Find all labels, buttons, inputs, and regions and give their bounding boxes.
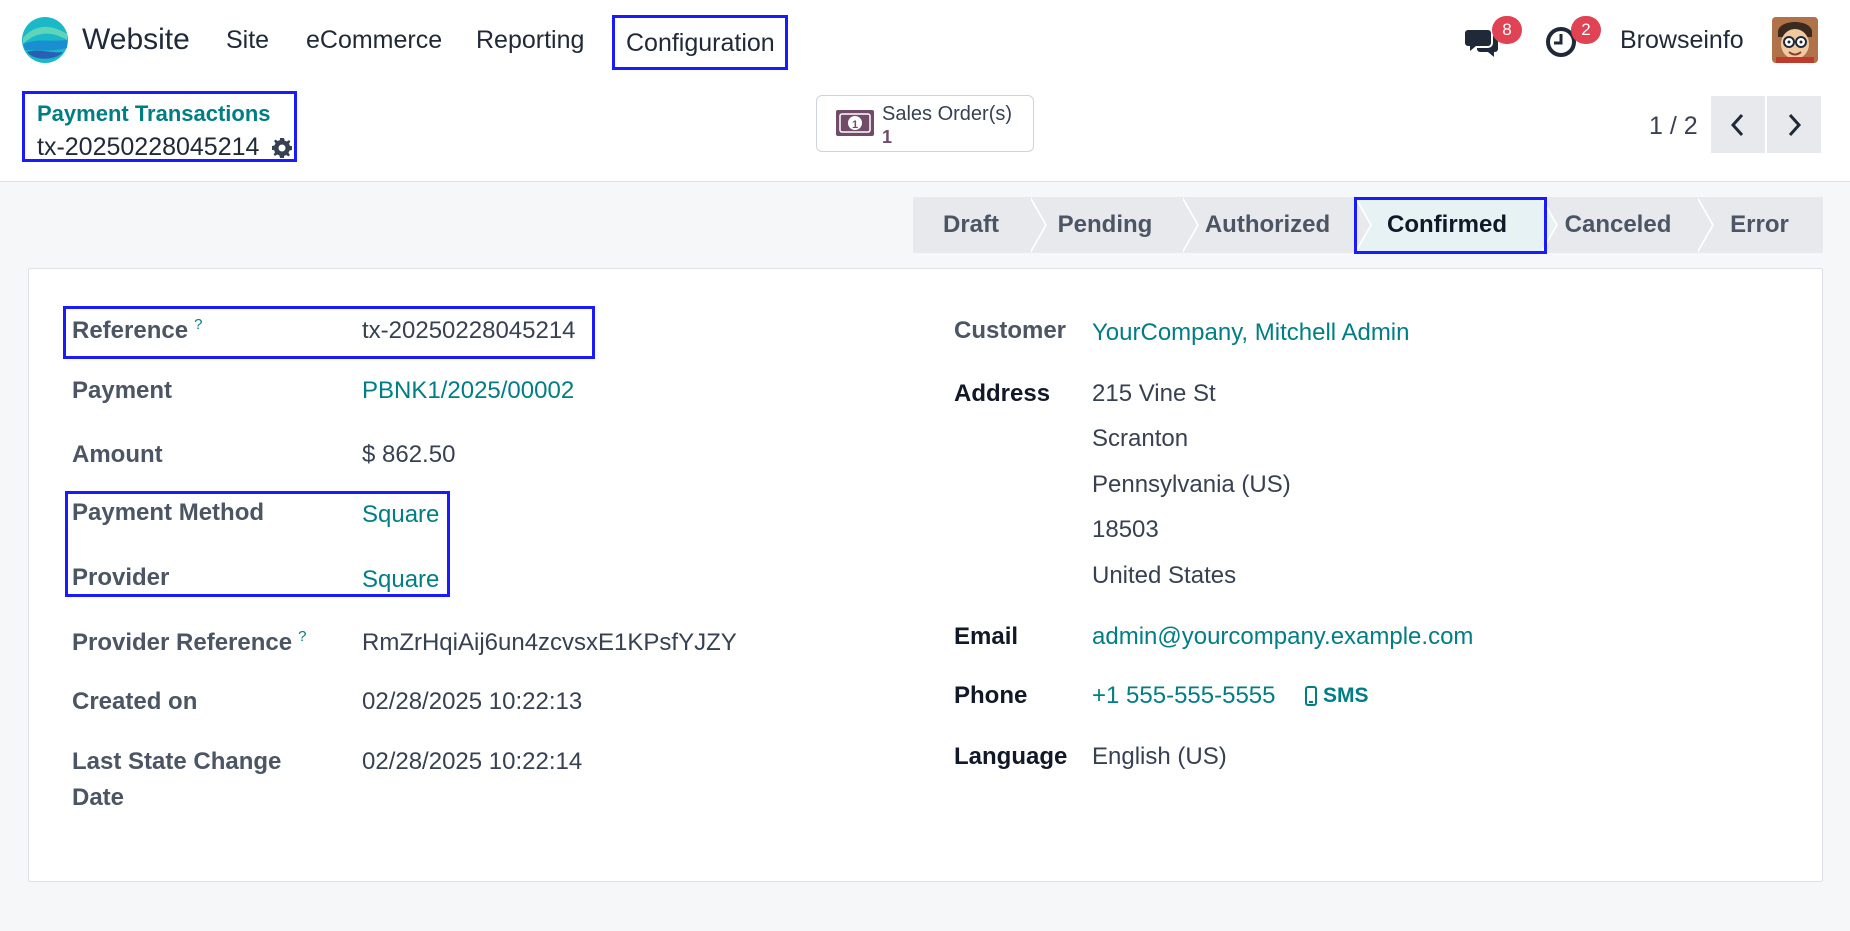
- created-on-value: 02/28/2025 10:22:13: [362, 688, 583, 715]
- status-confirmed[interactable]: Confirmed: [1354, 197, 1558, 253]
- menu-site[interactable]: Site: [226, 22, 269, 58]
- address-city: Scranton: [1092, 425, 1189, 452]
- gear-icon[interactable]: [270, 136, 294, 160]
- sms-button[interactable]: SMS: [1305, 680, 1369, 712]
- breadcrumb-current-record: tx-20250228045214: [37, 133, 260, 161]
- reference-value: tx-20250228045214: [362, 317, 576, 344]
- chevron-left-icon: [1730, 113, 1744, 136]
- address-street: 215 Vine St: [1092, 380, 1216, 407]
- last-state-change-label-line2: Date: [72, 784, 125, 811]
- menu-configuration-label: Configuration: [626, 29, 775, 57]
- pager-next-button[interactable]: [1767, 96, 1821, 153]
- svg-text:1: 1: [852, 119, 858, 131]
- email-label: Email: [954, 623, 1019, 650]
- reference-help-icon[interactable]: ?: [194, 316, 202, 333]
- user-avatar[interactable]: [1772, 17, 1818, 63]
- chevron-right-icon: [1788, 113, 1802, 136]
- menu-ecommerce[interactable]: eCommerce: [306, 22, 442, 58]
- avatar-face-icon: [1772, 17, 1818, 63]
- phone-label: Phone: [954, 682, 1028, 709]
- payment-label: Payment: [72, 377, 173, 404]
- last-state-change-label-line1: Last State Change: [72, 748, 282, 775]
- amount-label: Amount: [72, 441, 163, 468]
- sales-orders-label: Sales Order(s): [882, 103, 1013, 125]
- language-value: English (US): [1092, 743, 1227, 770]
- control-panel: Payment Transactions tx-20250228045214 1…: [0, 82, 1850, 182]
- provider-reference-help-icon[interactable]: ?: [298, 628, 306, 645]
- money-bill-icon: 1: [836, 110, 874, 136]
- pager-value[interactable]: 1 / 2: [1649, 110, 1698, 142]
- amount-value: $ 862.50: [362, 441, 456, 468]
- breadcrumb: Payment Transactions tx-20250228045214: [22, 91, 297, 162]
- status-pending[interactable]: Pending: [1029, 197, 1199, 253]
- website-app-logo-icon[interactable]: [21, 16, 69, 64]
- sms-label: SMS: [1323, 684, 1369, 707]
- activities-button[interactable]: 2: [1543, 16, 1601, 62]
- provider-reference-value: RmZrHqiAij6un4zcvsxE1KPsfYJZY: [362, 629, 737, 656]
- provider-label: Provider: [72, 564, 170, 591]
- status-authorized[interactable]: Authorized: [1181, 197, 1372, 253]
- top-navbar: Website Site eCommerce Reporting Configu…: [0, 0, 1850, 82]
- address-zip: 18503: [1092, 516, 1159, 543]
- status-draft[interactable]: Draft: [913, 197, 1047, 253]
- address-label: Address: [954, 380, 1051, 407]
- sales-orders-smart-button[interactable]: 1 Sales Order(s) 1: [816, 95, 1034, 152]
- address-state: Pennsylvania (US): [1092, 471, 1291, 498]
- customer-label: Customer: [954, 317, 1067, 344]
- activities-count-badge: 2: [1571, 16, 1601, 44]
- messages-count-badge: 8: [1492, 16, 1522, 44]
- created-on-label: Created on: [72, 688, 198, 715]
- form-sheet: Reference? tx-20250228045214 Payment PBN…: [28, 268, 1823, 882]
- breadcrumb-payment-transactions[interactable]: Payment Transactions: [37, 100, 271, 128]
- mobile-phone-icon: [1305, 686, 1317, 706]
- provider-link[interactable]: Square: [362, 562, 439, 598]
- address-country: United States: [1092, 562, 1237, 589]
- app-name[interactable]: Website: [82, 20, 190, 60]
- status-canceled[interactable]: Canceled: [1540, 197, 1714, 253]
- provider-reference-label: Provider Reference?: [72, 628, 307, 656]
- status-bar: Draft Pending Authorized Confirmed Cance…: [913, 197, 1823, 253]
- pager-previous-button[interactable]: [1711, 96, 1765, 153]
- payment-link[interactable]: PBNK1/2025/00002: [362, 373, 574, 409]
- payment-method-link[interactable]: Square: [362, 497, 439, 533]
- menu-reporting[interactable]: Reporting: [476, 22, 584, 58]
- payment-method-label: Payment Method: [72, 499, 265, 526]
- email-link[interactable]: admin@yourcompany.example.com: [1092, 619, 1473, 655]
- sales-orders-count: 1: [882, 127, 893, 147]
- menu-configuration[interactable]: Configuration: [612, 15, 788, 70]
- phone-link[interactable]: +1 555-555-5555: [1092, 678, 1276, 714]
- messages-button[interactable]: 8: [1464, 16, 1522, 62]
- reference-label: Reference?: [72, 316, 203, 344]
- user-menu-name[interactable]: Browseinfo: [1620, 22, 1744, 58]
- last-state-change-value: 02/28/2025 10:22:14: [362, 748, 583, 775]
- customer-link[interactable]: YourCompany, Mitchell Admin: [1092, 315, 1409, 351]
- status-error[interactable]: Error: [1696, 197, 1823, 253]
- language-label: Language: [954, 743, 1068, 770]
